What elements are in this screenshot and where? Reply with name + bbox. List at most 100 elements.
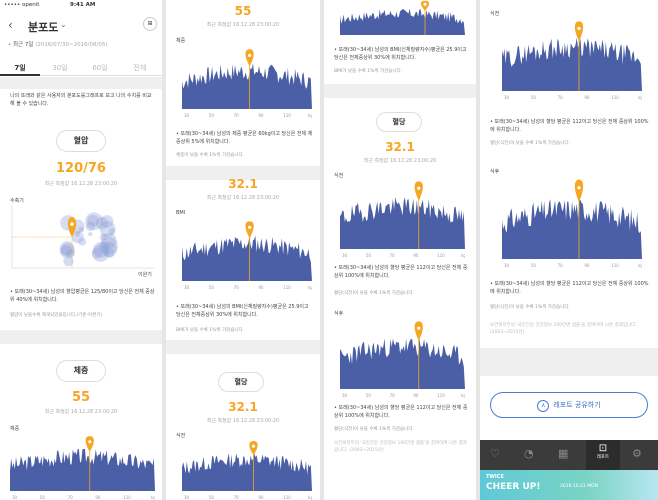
nav-heart-icon[interactable]: ♡ <box>490 447 500 460</box>
axis-tick-label: 50 <box>209 495 215 500</box>
clock: 9:41 AM <box>70 2 96 8</box>
share-icon: ⋏ <box>537 400 550 412</box>
weight-measured: 최근 측정값 16.12.28 23:00:20 <box>44 409 118 415</box>
tab-7days[interactable]: 7일 <box>0 63 40 76</box>
weight-value: 55 <box>234 4 252 18</box>
axis-tick-label: 70 <box>234 285 240 290</box>
panel-summary: ••••• openit 9:41 AM ‹ 분포도 ⌄ ⊞ • 최근 7일 (… <box>0 0 162 500</box>
tab-60days[interactable]: 60일 <box>80 63 120 73</box>
axis-tick-label: kg <box>638 95 642 100</box>
axis-tick-label: 110 <box>611 95 619 100</box>
section-title-glucose: 혈당 <box>376 112 422 132</box>
user-marker-pin <box>245 49 254 67</box>
nav-drop-icon[interactable]: ◔ <box>524 447 534 460</box>
bmi-measured: 최근 측정값 16.12.28 23:00:20 <box>206 195 280 201</box>
axis-tick-label: 70 <box>558 263 564 268</box>
user-marker-pin <box>574 21 584 42</box>
glucose-before-bullet: • 또래(30~34세) 남성의 혈당 평균은 112이고 당신은 전체 중상위… <box>334 265 468 279</box>
axis-tick-label: kg <box>638 263 642 268</box>
axis-tick-label: 30 <box>342 253 348 258</box>
section-title-glucose: 혈당 <box>218 372 264 392</box>
weight-measured: 최근 측정값 16.12.28 23:00:20 <box>206 22 280 28</box>
user-marker-pin <box>414 181 423 201</box>
bmi-histogram: 30 50 70 90 110 kg <box>182 220 312 290</box>
histogram-area <box>502 37 642 91</box>
back-icon[interactable]: ‹ <box>8 18 13 32</box>
histogram-area <box>10 448 155 491</box>
period-line: • 최근 7일 (2016/07/30~2016/08/05) <box>8 42 108 48</box>
bmi-bullet: • 또래(30~34세) 남성의 BMI(신체질량지수)평균은 25.9이고 당… <box>334 47 467 61</box>
axis-tick-label: 30 <box>342 393 348 398</box>
user-marker-pin <box>85 436 94 452</box>
section-title-bp: 혈압 <box>56 130 106 152</box>
status-bar: ••••• openit 9:41 AM <box>0 0 162 12</box>
glucose-before-bullet: • 또래(30~34세) 남성의 혈당 평균은 112이고 당신은 전체 중상위… <box>490 119 649 133</box>
axis-tick-label: 70 <box>234 495 240 500</box>
weight-note: 체중이 낮을 수록 1%씩 가감습니다. <box>176 153 245 158</box>
axis-tick-label: 90 <box>413 253 419 258</box>
glucose-measured: 최근 측정값 16.12.28 23:00:20 <box>206 418 280 424</box>
tab-all[interactable]: 전체 <box>120 63 160 73</box>
axis-tick-label: 90 <box>258 113 264 118</box>
panel-bmi-glucose: • 또래(30~34세) 남성의 BMI(신체질량지수)평균은 25.9이고 당… <box>324 0 476 500</box>
banner-date: 2016.10.21 MON <box>560 484 598 489</box>
menu-icon[interactable]: ⊞ <box>143 17 157 31</box>
divider <box>324 84 476 98</box>
bp-note: 혈압이 낮을수록 제게되었을입니다.(기준-이완기) <box>10 313 103 318</box>
scatter-point <box>108 228 116 235</box>
glucose-before-histogram: 30 50 70 90 110 kg <box>182 440 312 500</box>
glucose-after-note: 혈당(식전)이 낮을 수록 1%씩 가감습니다. <box>334 427 414 432</box>
axis-tick-label: kg <box>308 495 312 500</box>
glucose-before-note: 혈당(식전)이 낮을 수록 1%씩 가감습니다. <box>334 291 414 296</box>
share-report-button[interactable]: ⋏ 레포트 공유하기 <box>490 392 648 418</box>
axis-tick-label: 90 <box>95 495 101 500</box>
tab-30days[interactable]: 30일 <box>40 63 80 73</box>
bp-value: 120/76 <box>56 161 106 176</box>
bmi-bullet: • 또래(30~34세) 남성의 BMI(신체질량지수)평균은 25.9이고 당… <box>176 304 309 318</box>
nav-gear-icon[interactable]: ⚙ <box>632 447 642 460</box>
glucose-before-histogram: 30 50 70 90 110 kg <box>502 20 642 100</box>
scatter-point <box>78 237 87 246</box>
axis-tick-label: kg <box>308 113 312 118</box>
axis-tick-label: 110 <box>283 495 291 500</box>
user-marker-dot <box>251 444 256 448</box>
axis-tick-label: 70 <box>390 393 396 398</box>
bmi-value: 32.1 <box>228 177 258 191</box>
carrier: openit <box>21 2 40 8</box>
axis-tick-label: 90 <box>584 95 590 100</box>
histogram-area <box>340 8 465 35</box>
source-note: 보건복지부의 '국민건강 건강정보 100만명 샘플'을 참여하여 나온 결과입… <box>334 441 467 453</box>
glucose-after-histogram: 30 50 70 90 110 kg <box>502 178 642 268</box>
scatter-point <box>66 249 75 258</box>
axis-tick-label: 50 <box>209 113 215 118</box>
chevron-down-icon[interactable]: ⌄ <box>60 20 67 29</box>
user-marker-pin <box>245 221 254 239</box>
histogram-area <box>340 196 465 249</box>
axis-tick-label: 110 <box>283 285 291 290</box>
axis-tick-label: 50 <box>40 495 46 500</box>
divider <box>0 77 162 89</box>
axis-tick-label: kg <box>461 393 465 398</box>
panel-glucose-share: 식전 30 50 70 90 110 kg • 또래(30~34세) 남성의 혈당 평균은… <box>480 0 658 500</box>
page-title: 분포도 <box>28 21 59 34</box>
user-marker-dot <box>248 53 252 57</box>
bp-bullet: • 또래(30~34세) 남성의 혈압평균은 125/80이고 당신은 전체 중… <box>10 289 155 303</box>
glucose-value: 32.1 <box>228 400 258 414</box>
panel-weight-bmi: 55 최근 측정값 16.12.28 23:00:20 체중 30 50 70 90 1… <box>166 0 320 500</box>
nav-scale-icon[interactable]: ▦ <box>558 447 568 460</box>
axis-tick-label: 50 <box>209 285 215 290</box>
tab-bar: 7일 30일 60일 전체 <box>0 58 162 76</box>
axis-tick-label: 30 <box>184 113 190 118</box>
histogram-area <box>182 63 312 109</box>
report-label: 레포트 <box>596 455 610 460</box>
axis-tick-label: 30 <box>12 495 18 500</box>
bmi-histogram <box>340 0 465 35</box>
nav-report-tab[interactable]: ⊡ 레포트 <box>586 440 620 470</box>
divider <box>0 330 162 344</box>
axis-tick-label: 50 <box>366 393 372 398</box>
axis-tick-label: 70 <box>390 253 396 258</box>
axis-tick-label: 30 <box>184 495 190 500</box>
weight-chart-label: 체중 <box>176 38 186 44</box>
report-icon: ⊡ <box>598 443 608 454</box>
ad-banner[interactable]: TWICE CHEER UP! 2016.10.21 MON <box>480 470 658 500</box>
